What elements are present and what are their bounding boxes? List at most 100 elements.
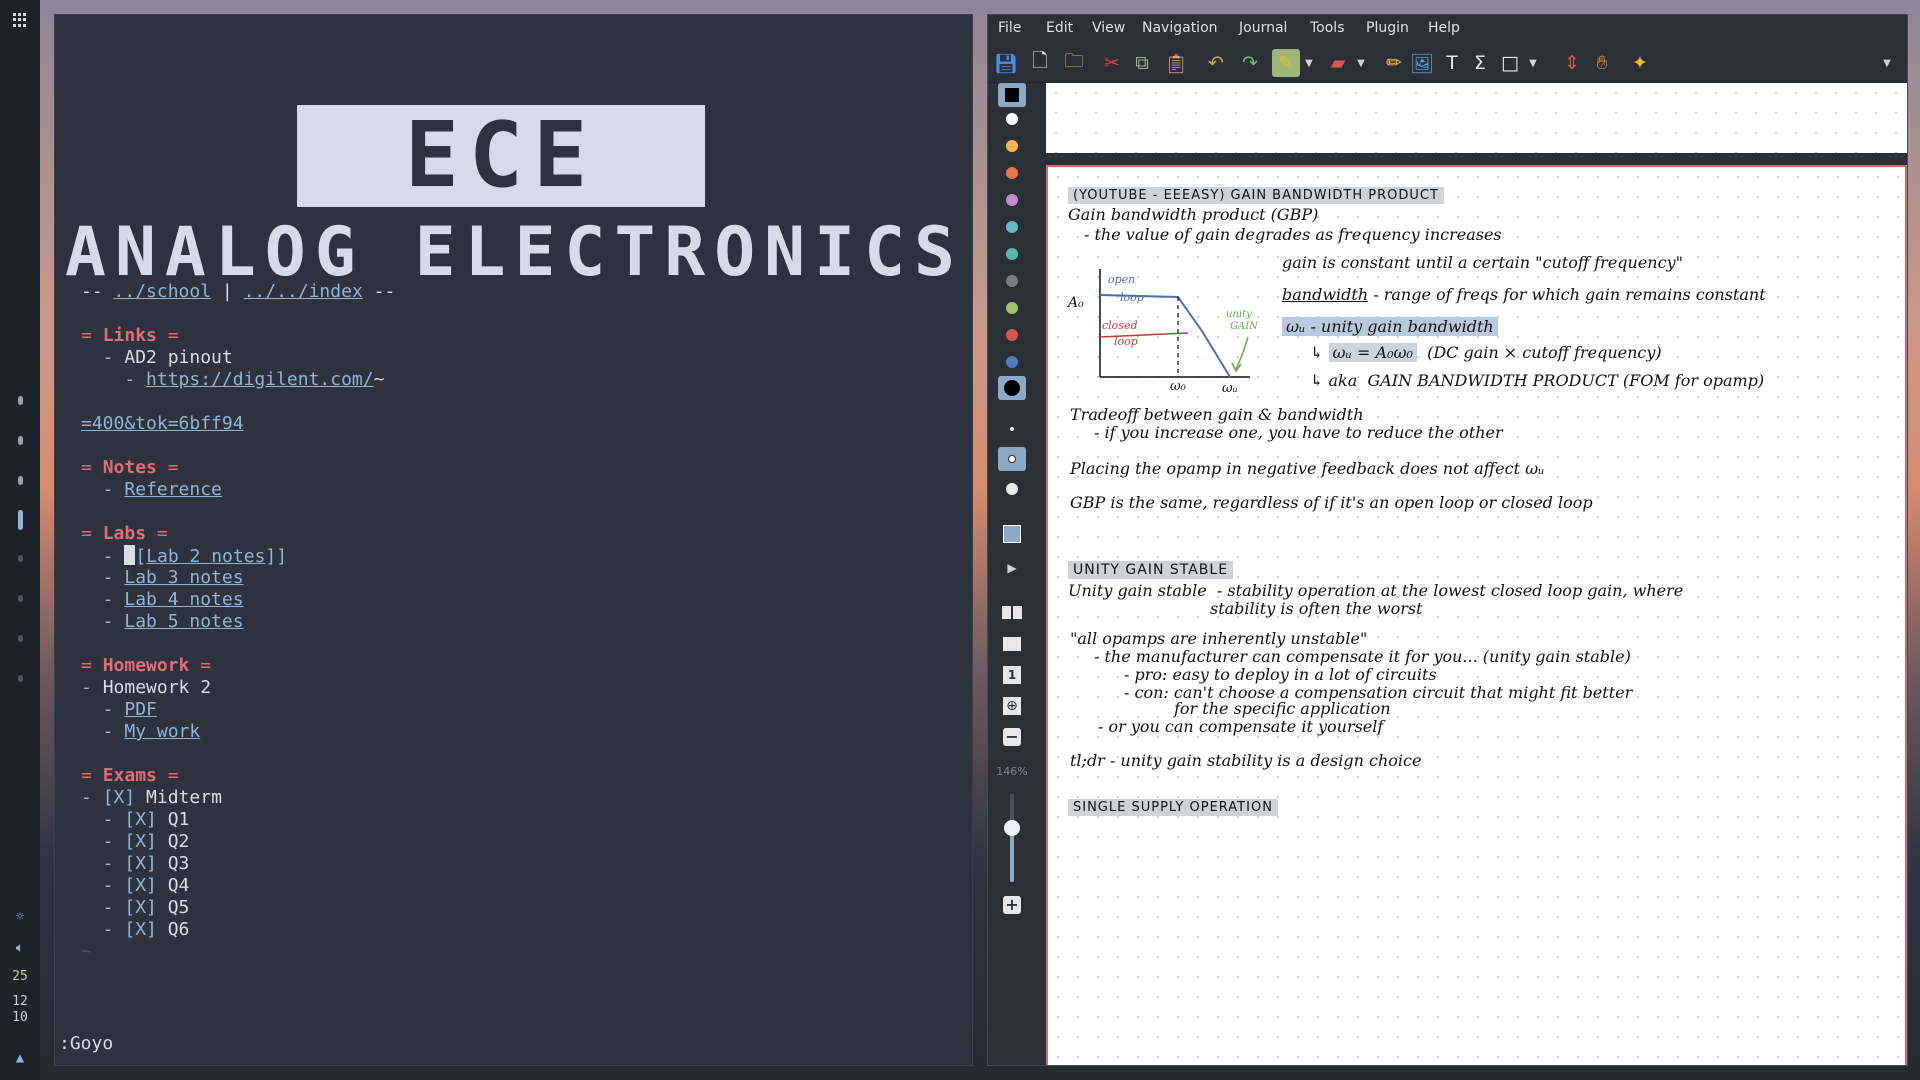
link-lab5[interactable]: Lab 5 notes: [124, 611, 243, 632]
shape-dropdown-icon[interactable]: ▼: [1526, 49, 1540, 77]
zoom-out-icon[interactable]: −: [998, 725, 1026, 749]
link-lab4[interactable]: Lab 4 notes: [124, 589, 243, 610]
undo-icon[interactable]: ↶: [1202, 49, 1230, 77]
image-icon[interactable]: 🖼︎: [1408, 49, 1436, 77]
graph-closed-label: closed: [1102, 319, 1138, 332]
list-item: - Lab 4 notes: [81, 589, 244, 610]
pen-dropdown-icon[interactable]: ▼: [1302, 49, 1316, 77]
color-blue-swatch[interactable]: [998, 350, 1026, 374]
color-gray-swatch[interactable]: [998, 269, 1026, 293]
menu-edit[interactable]: Edit: [1046, 20, 1073, 36]
workspace-indicator-3[interactable]: [18, 476, 23, 485]
nav-line: -- ../school | ../../index --: [81, 281, 395, 303]
vim-command-line[interactable]: :Goyo: [59, 1033, 113, 1055]
midterm-checkbox[interactable]: [X]: [103, 787, 136, 808]
menu-file[interactable]: File: [998, 20, 1021, 36]
redo-icon[interactable]: ↷: [1236, 49, 1264, 77]
note-line: GBP is the same, regardless of if it's a…: [1070, 493, 1593, 512]
text-cursor: [124, 545, 136, 565]
paste-icon[interactable]: 📋︎: [1162, 49, 1190, 77]
workspace-indicator-8[interactable]: [18, 675, 23, 682]
presentation-mode-icon[interactable]: [998, 632, 1026, 656]
shape-rectangle-icon[interactable]: □: [1496, 49, 1524, 77]
color-cyan-swatch[interactable]: [998, 215, 1026, 239]
highlighter-icon[interactable]: ✏: [1380, 49, 1408, 77]
save-icon[interactable]: 💾︎: [992, 49, 1020, 77]
link-index[interactable]: ../../index: [244, 281, 363, 302]
menu-navigation[interactable]: Navigation: [1142, 20, 1218, 36]
fill-toggle-button[interactable]: [998, 522, 1026, 546]
menu-tools[interactable]: Tools: [1310, 20, 1345, 36]
link-school[interactable]: ../school: [114, 281, 212, 302]
workspace-indicator-active[interactable]: [18, 510, 23, 530]
zoom-fit-icon[interactable]: ⊕: [998, 694, 1026, 718]
q1-checkbox[interactable]: [X]: [124, 809, 157, 830]
eraser-dropdown-icon[interactable]: ▼: [1354, 49, 1368, 77]
text-tool-icon[interactable]: T: [1438, 49, 1466, 77]
cut-icon[interactable]: ✂: [1098, 49, 1126, 77]
q4-checkbox[interactable]: [X]: [124, 875, 157, 896]
volume-icon[interactable]: 🔈︎: [0, 940, 40, 956]
color-yellow-swatch[interactable]: [998, 134, 1026, 158]
terminal-window[interactable]: ECE 171 ANALOG ELECTRONICS -- ../school …: [54, 14, 973, 1066]
workspace-indicator-2[interactable]: [18, 436, 23, 445]
app-grid-icon[interactable]: [13, 13, 27, 27]
workspace-indicator-7[interactable]: [18, 635, 23, 642]
q3-checkbox[interactable]: [X]: [124, 853, 157, 874]
expand-arrow-icon[interactable]: ▶: [998, 556, 1026, 580]
open-folder-icon[interactable]: 🗀: [1060, 49, 1088, 77]
q6-checkbox[interactable]: [X]: [124, 919, 157, 940]
color-black-swatch[interactable]: [998, 83, 1026, 107]
workspace-indicator-5[interactable]: [18, 555, 23, 562]
link-token[interactable]: =400&tok=6bff94: [81, 413, 244, 434]
stroke-medium-button[interactable]: [998, 447, 1026, 471]
new-document-icon[interactable]: 🗋: [1026, 49, 1054, 77]
color-teal-swatch[interactable]: [998, 242, 1026, 266]
color-purple-swatch[interactable]: [998, 188, 1026, 212]
stroke-thick-button[interactable]: [998, 376, 1026, 400]
zoom-level-label: 146%: [996, 765, 1028, 778]
zoom-in-icon[interactable]: +: [998, 893, 1026, 917]
stroke-large-button[interactable]: [998, 477, 1026, 501]
document-canvas[interactable]: (YOUTUBE - EEEASY) GAIN BANDWIDTH PRODUC…: [1036, 83, 1907, 1065]
brightness-icon[interactable]: ☼: [0, 909, 40, 925]
color-orange-swatch[interactable]: [998, 161, 1026, 185]
zoom-slider-handle[interactable]: [1004, 820, 1020, 836]
menu-plugin[interactable]: Plugin: [1366, 20, 1409, 36]
copy-icon[interactable]: ⧉: [1128, 49, 1156, 77]
link-lab2[interactable]: Lab 2 notes: [146, 546, 265, 567]
q2-checkbox[interactable]: [X]: [124, 831, 157, 852]
note-line: Gain bandwidth product (GBP): [1068, 205, 1319, 224]
xournal-window[interactable]: File Edit View Navigation Journal Tools …: [987, 14, 1908, 1066]
color-green-swatch[interactable]: [998, 296, 1026, 320]
workspace-indicator-1[interactable]: [18, 396, 23, 405]
page-current[interactable]: (YOUTUBE - EEEASY) GAIN BANDWIDTH PRODUC…: [1046, 165, 1907, 1065]
default-tool-icon[interactable]: ✦: [1626, 49, 1654, 77]
two-pages-icon[interactable]: [998, 600, 1026, 624]
menu-help[interactable]: Help: [1428, 20, 1460, 36]
midterm-text: Midterm: [146, 787, 222, 808]
menu-bar: File Edit View Navigation Journal Tools …: [988, 15, 1907, 43]
workspace-indicator-6[interactable]: [18, 595, 23, 602]
link-reference[interactable]: Reference: [124, 479, 222, 500]
nav-prefix: --: [81, 281, 114, 302]
eraser-icon[interactable]: ▰: [1324, 49, 1352, 77]
vertical-space-icon[interactable]: ⇕: [1558, 49, 1586, 77]
pen-tool-icon[interactable]: ✎: [1272, 49, 1300, 77]
menu-journal[interactable]: Journal: [1239, 20, 1287, 36]
link-pdf[interactable]: PDF: [124, 699, 157, 720]
color-red-swatch[interactable]: [998, 323, 1026, 347]
arch-logo-icon[interactable]: ▲: [0, 1050, 40, 1066]
list-item: - AD2 pinout: [81, 347, 233, 368]
q5-checkbox[interactable]: [X]: [124, 897, 157, 918]
zoom-100-icon[interactable]: 1: [998, 663, 1026, 687]
link-lab3[interactable]: Lab 3 notes: [124, 567, 243, 588]
link-digilent[interactable]: https://digilent.com/: [146, 369, 374, 390]
color-white-swatch[interactable]: [998, 107, 1026, 131]
link-my-work[interactable]: My work: [124, 721, 200, 742]
toolbar-overflow-icon[interactable]: ▼: [1880, 49, 1894, 77]
latex-sigma-icon[interactable]: Σ: [1466, 49, 1494, 77]
menu-view[interactable]: View: [1092, 20, 1125, 36]
stroke-fine-button[interactable]: [998, 417, 1026, 441]
hand-tool-icon[interactable]: ✋︎: [1588, 49, 1616, 77]
